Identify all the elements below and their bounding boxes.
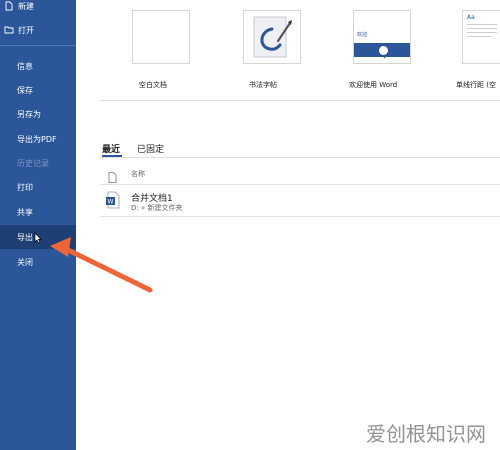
watermark-text: 爱创根知识网 <box>366 422 486 446</box>
annotation-arrow-icon <box>50 237 153 293</box>
mouse-cursor-icon <box>34 232 42 244</box>
